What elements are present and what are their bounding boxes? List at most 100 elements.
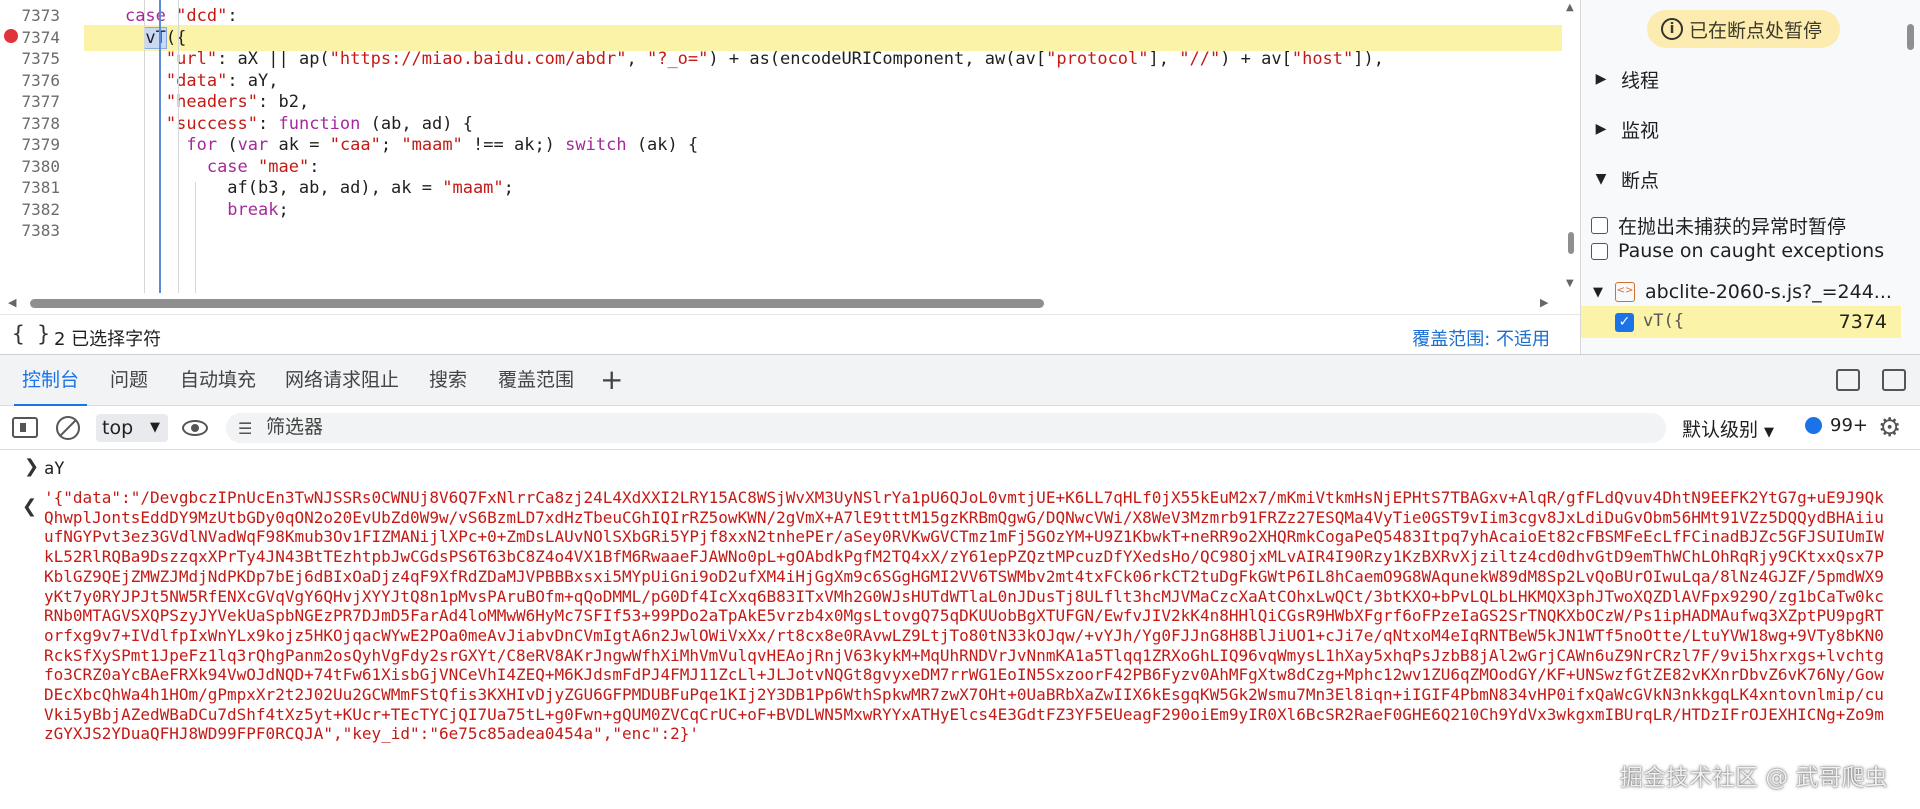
code-token: , bbox=[626, 49, 647, 69]
context-selector[interactable]: top ▼ bbox=[96, 414, 168, 442]
code-token: ) + av[ bbox=[1220, 49, 1292, 69]
code-token: "?_o=" bbox=[646, 49, 709, 69]
code-token: break bbox=[227, 199, 279, 220]
tab-network-request-blocking[interactable]: 网络请求阻止 bbox=[285, 355, 399, 407]
scroll-left-icon[interactable]: ◀ bbox=[8, 296, 16, 309]
code-token: "https://miao.baidu.com/abdr" bbox=[329, 49, 627, 69]
show-console-sidebar-icon[interactable] bbox=[12, 417, 38, 438]
add-tab-button[interactable]: + bbox=[600, 355, 623, 407]
sidebar-scrollbar[interactable] bbox=[1901, 0, 1920, 354]
indent-guide bbox=[195, 182, 196, 293]
code-token: "data" bbox=[165, 70, 228, 91]
code-token: "dcd" bbox=[176, 6, 228, 26]
scrollbar-thumb[interactable] bbox=[1568, 232, 1574, 254]
result-string[interactable]: '{"data":"/DevgbczIPnUcEn3TwNJSSRs0CWNUj… bbox=[44, 488, 1886, 744]
gear-icon[interactable]: ⚙ bbox=[1878, 413, 1901, 443]
scrollbar-thumb[interactable] bbox=[1907, 24, 1914, 50]
indent-guide bbox=[178, 0, 179, 293]
breakpoint-file-group[interactable]: ▼ <> abclite-2060-s.js?_=244... bbox=[1581, 276, 1901, 308]
context-value: top bbox=[102, 417, 134, 439]
watermark-text: 掘金技术社区 @ 武哥爬虫 bbox=[1620, 765, 1888, 791]
expand-arrow-icon: ▶ bbox=[1595, 121, 1607, 137]
tab-autofill[interactable]: 自动填充 bbox=[180, 355, 256, 407]
breakpoint-enabled-checkbox[interactable]: ✓ bbox=[1615, 313, 1634, 332]
paused-status-badge: i 已在断点处暂停 bbox=[1647, 10, 1841, 48]
editor-status-bar: { } 2 已选择字符 覆盖范围: 不适用 bbox=[0, 314, 1580, 354]
code-token: "maam" bbox=[401, 135, 463, 155]
breakpoint-item[interactable]: ✓ vT({ 7374 bbox=[1581, 306, 1901, 338]
clear-console-icon[interactable] bbox=[56, 416, 80, 440]
code-token: : b2, bbox=[258, 92, 310, 112]
pretty-print-button[interactable]: { } bbox=[12, 322, 50, 346]
console-output[interactable]: ❯ aY ❮ '{"data":"/DevgbczIPnUcEn3TwNJSSR… bbox=[0, 450, 1920, 809]
undock-icon[interactable] bbox=[1836, 369, 1860, 391]
code-token: af(b3, ab, ad), ak = bbox=[84, 178, 443, 198]
code-token: ; bbox=[278, 199, 289, 220]
scroll-right-icon[interactable]: ▶ bbox=[1540, 296, 1548, 309]
code-token: "//" bbox=[1179, 49, 1221, 69]
scroll-down-icon[interactable]: ▼ bbox=[1566, 278, 1574, 289]
code-area[interactable]: break; af(b3, ab, ad), ak = "maam"; case… bbox=[84, 0, 1562, 293]
info-icon: i bbox=[1661, 18, 1683, 40]
selected-token: vT bbox=[144, 26, 167, 49]
section-label: 断点 bbox=[1621, 169, 1660, 192]
drawer-actions bbox=[1836, 369, 1906, 391]
code-token: ]), bbox=[1353, 49, 1384, 69]
filter-icon: ☰ bbox=[238, 419, 253, 438]
scrollbar-thumb[interactable] bbox=[30, 299, 1044, 308]
log-level-selector[interactable]: 默认级别 ▼ bbox=[1682, 415, 1774, 442]
paused-label: 已在断点处暂停 bbox=[1689, 19, 1823, 42]
code-token: case bbox=[124, 6, 177, 26]
coverage-link[interactable]: 覆盖范围: 不适用 bbox=[1412, 325, 1550, 351]
filter-box[interactable]: ☰ bbox=[226, 413, 1666, 443]
code-token: "host" bbox=[1291, 49, 1354, 69]
code-token: var bbox=[237, 135, 269, 155]
level-value: 默认级别 bbox=[1682, 419, 1759, 441]
gutter-line[interactable]: 7383 bbox=[0, 218, 80, 244]
code-token: ; bbox=[503, 178, 514, 198]
line-number-gutter[interactable]: 7373 7374 7375 7376 7377 7378 7379 7380 7381 7382… bbox=[0, 0, 80, 293]
code-token: ) + as(encodeURIComponent, aw(av[ bbox=[708, 49, 1047, 69]
code-token: : bbox=[227, 6, 238, 26]
editor-vertical-scrollbar[interactable]: ▲ ▼ bbox=[1562, 0, 1580, 293]
indent-guide-active bbox=[159, 0, 161, 293]
code-token: ( bbox=[217, 135, 238, 155]
line-number: 7383 bbox=[21, 221, 60, 240]
code-token: (ab, ad) { bbox=[360, 113, 473, 134]
code-line[interactable]: case "dcd": bbox=[84, 3, 1562, 29]
source-editor[interactable]: 7373 7374 7375 7376 7377 7378 7379 7380 7381 7382… bbox=[0, 0, 1580, 293]
pause-caught-checkbox[interactable]: Pause on caught exceptions bbox=[1591, 240, 1884, 262]
checkbox-label: 在抛出未捕获的异常时暂停 bbox=[1618, 216, 1847, 238]
checkbox-box[interactable] bbox=[1591, 217, 1608, 234]
code-token: switch bbox=[565, 135, 627, 155]
code-token: "protocol" bbox=[1046, 49, 1149, 69]
result-chevron-icon: ❮ bbox=[22, 496, 38, 517]
filter-input[interactable] bbox=[266, 413, 1646, 443]
dock-bottom-icon[interactable] bbox=[1882, 369, 1906, 391]
tab-issues[interactable]: 问题 bbox=[110, 355, 148, 407]
pause-uncaught-checkbox[interactable]: 在抛出未捕获的异常时暂停 bbox=[1591, 212, 1846, 239]
selection-status: 2 已选择字符 bbox=[54, 329, 162, 350]
tab-coverage[interactable]: 覆盖范围 bbox=[498, 355, 574, 407]
issues-counter[interactable]: 99+ bbox=[1805, 415, 1868, 436]
input-expression: aY bbox=[44, 459, 65, 479]
tab-search[interactable]: 搜索 bbox=[429, 355, 467, 407]
section-watch[interactable]: ▶ 监视 bbox=[1581, 104, 1901, 154]
breakpoint-file-name: abclite-2060-s.js?_=244... bbox=[1645, 281, 1892, 303]
checkbox-box[interactable] bbox=[1591, 242, 1608, 260]
live-expression-eye-icon[interactable] bbox=[182, 420, 208, 436]
code-token: "caa" bbox=[329, 135, 381, 155]
editor-horizontal-scrollbar[interactable]: ◀ ▶ bbox=[0, 294, 1562, 312]
code-token: ], bbox=[1148, 49, 1180, 69]
tab-console[interactable]: 控制台 bbox=[14, 355, 88, 407]
code-token: : bbox=[258, 113, 279, 134]
script-file-icon: <> bbox=[1615, 282, 1635, 302]
scroll-up-icon[interactable]: ▲ bbox=[1566, 2, 1574, 13]
code-token: ({ bbox=[165, 27, 187, 48]
section-label: 线程 bbox=[1621, 69, 1660, 92]
section-threads[interactable]: ▶ 线程 bbox=[1581, 54, 1901, 104]
section-breakpoints[interactable]: ▼ 断点 bbox=[1581, 154, 1901, 204]
